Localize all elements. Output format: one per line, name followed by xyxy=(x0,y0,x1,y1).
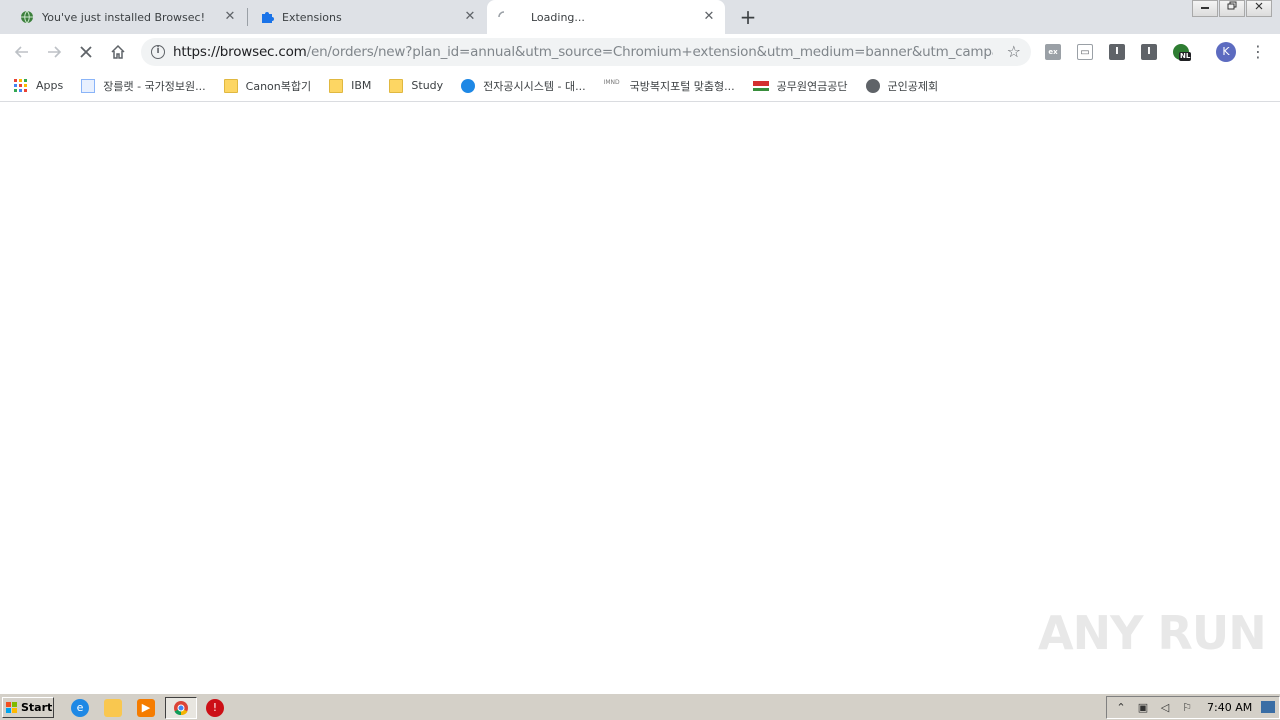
stop-x-icon xyxy=(80,46,92,58)
close-icon[interactable]: ✕ xyxy=(462,9,478,25)
back-arrow-icon xyxy=(14,46,28,58)
volume-icon[interactable]: ◁ xyxy=(1157,701,1173,715)
taskbar: Start e ▶ ! ⌃ ▣ ◁ ⚐ 7:40 AM xyxy=(0,693,1280,720)
minimize-button[interactable] xyxy=(1192,0,1218,17)
media-player-icon[interactable]: ▶ xyxy=(137,699,155,717)
bookmark-mnd-portal[interactable]: IMND 국방복지포털 맞춤형... xyxy=(604,78,735,94)
tab-strip: You've just installed Browsec! ✕ Extensi… xyxy=(0,0,1280,34)
folder-icon xyxy=(389,78,404,93)
tab-title: Extensions xyxy=(282,10,342,24)
extension-i-icon[interactable]: I xyxy=(1141,44,1157,60)
window-controls xyxy=(1191,0,1272,17)
bookmark-ibm[interactable]: IBM xyxy=(329,78,372,93)
restore-button[interactable] xyxy=(1219,0,1245,17)
puzzle-icon xyxy=(260,10,274,24)
bookmarks-bar: Apps 장를랫 - 국가정보원... Canon복합기 IBM Study 전… xyxy=(0,70,1280,102)
windows-logo-icon xyxy=(6,701,18,713)
folder-icon xyxy=(329,78,344,93)
nl-badge: NL xyxy=(1179,52,1192,61)
dart-icon xyxy=(461,78,476,93)
pension-icon xyxy=(752,80,769,91)
explorer-folder-icon[interactable] xyxy=(104,699,122,717)
bookmark-label: Study xyxy=(411,79,444,92)
anyrun-watermark: ANY RUN xyxy=(1038,606,1267,660)
profile-avatar[interactable]: K xyxy=(1216,42,1236,62)
globe-icon xyxy=(865,78,880,93)
bookmark-canon[interactable]: Canon복합기 xyxy=(223,78,312,94)
bookmark-pension[interactable]: 공무원연금공단 xyxy=(752,78,848,94)
url-path: /en/orders/new?plan_id=annual&utm_source… xyxy=(306,44,993,60)
info-icon[interactable]: i xyxy=(151,45,165,59)
opera-icon[interactable]: ! xyxy=(206,699,224,717)
tab-loading[interactable]: Loading... ✕ xyxy=(487,0,725,34)
page-icon xyxy=(81,78,96,93)
bookmark-label: 국방복지포털 맞춤형... xyxy=(629,79,735,93)
browsec-globe-icon[interactable]: NL xyxy=(1173,44,1192,61)
chrome-icon xyxy=(173,700,189,720)
network-icon[interactable]: ▣ xyxy=(1135,701,1151,715)
address-bar[interactable]: i https://browsec.com/en/orders/new?plan… xyxy=(141,38,1031,66)
bookmark-label: Canon복합기 xyxy=(245,79,312,93)
clock[interactable]: 7:40 AM xyxy=(1207,701,1252,714)
extension-i-icon[interactable]: I xyxy=(1109,44,1125,60)
bookmark-label: IBM xyxy=(351,79,372,92)
home-button[interactable] xyxy=(106,40,130,64)
restore-icon xyxy=(1227,1,1237,10)
ie-icon[interactable]: e xyxy=(71,699,89,717)
chevron-up-icon[interactable]: ⌃ xyxy=(1113,701,1129,715)
bookmark-label: 장를랫 - 국가정보원... xyxy=(103,79,206,93)
back-button[interactable] xyxy=(10,40,34,64)
bookmark-nis[interactable]: 장를랫 - 국가정보원... xyxy=(81,78,206,94)
globe-icon xyxy=(20,10,34,24)
close-icon[interactable]: ✕ xyxy=(222,9,238,25)
close-icon[interactable]: ✕ xyxy=(701,9,717,25)
apps-grid-icon xyxy=(14,78,28,93)
page-content xyxy=(0,103,1280,693)
extension-gray-icon[interactable]: ex xyxy=(1045,44,1061,60)
bookmark-star-icon[interactable]: ☆ xyxy=(1007,42,1021,61)
flag-icon[interactable]: ⚐ xyxy=(1179,701,1195,715)
spinner-icon xyxy=(497,10,511,24)
tab-separator xyxy=(247,8,248,26)
bookmark-label: 공무원연금공단 xyxy=(776,79,848,93)
imnd-icon: IMND xyxy=(603,78,620,86)
new-tab-button[interactable]: + xyxy=(737,6,759,28)
chrome-taskbar-button[interactable] xyxy=(165,697,197,719)
bookmark-label: Apps xyxy=(36,79,64,92)
close-window-icon xyxy=(1255,2,1263,10)
bookmark-apps[interactable]: Apps xyxy=(14,78,64,93)
menu-dots-icon[interactable]: ⋮ xyxy=(1250,40,1266,64)
browser-toolbar: i https://browsec.com/en/orders/new?plan… xyxy=(0,34,1280,70)
start-label: Start xyxy=(21,701,53,714)
tab-title: You've just installed Browsec! xyxy=(42,10,206,24)
close-window-button[interactable] xyxy=(1246,0,1272,17)
extension-screen-icon[interactable]: ▭ xyxy=(1077,44,1093,60)
folder-icon xyxy=(223,78,238,93)
bookmark-label: 전자공시시스템 - 대... xyxy=(483,79,586,93)
bookmark-label: 군인공제회 xyxy=(887,79,939,93)
forward-button[interactable] xyxy=(42,40,66,64)
minimize-icon xyxy=(1201,7,1209,9)
system-tray: ⌃ ▣ ◁ ⚐ 7:40 AM xyxy=(1106,696,1280,719)
bookmark-dart[interactable]: 전자공시시스템 - 대... xyxy=(461,78,586,94)
url-text[interactable]: https://browsec.com/en/orders/new?plan_i… xyxy=(173,44,993,60)
tab-extensions[interactable]: Extensions ✕ xyxy=(250,0,486,34)
tab-title: Loading... xyxy=(531,10,585,24)
tab-browsec-installed[interactable]: You've just installed Browsec! ✕ xyxy=(0,0,246,34)
forward-arrow-icon xyxy=(48,46,62,58)
show-desktop-icon[interactable] xyxy=(1261,701,1275,713)
stop-button[interactable] xyxy=(74,40,98,64)
url-host: https://browsec.com xyxy=(173,44,307,60)
bookmark-study[interactable]: Study xyxy=(389,78,444,93)
bookmark-mutual-aid[interactable]: 군인공제회 xyxy=(865,78,939,94)
start-button[interactable]: Start xyxy=(2,697,54,718)
home-icon xyxy=(111,44,125,59)
